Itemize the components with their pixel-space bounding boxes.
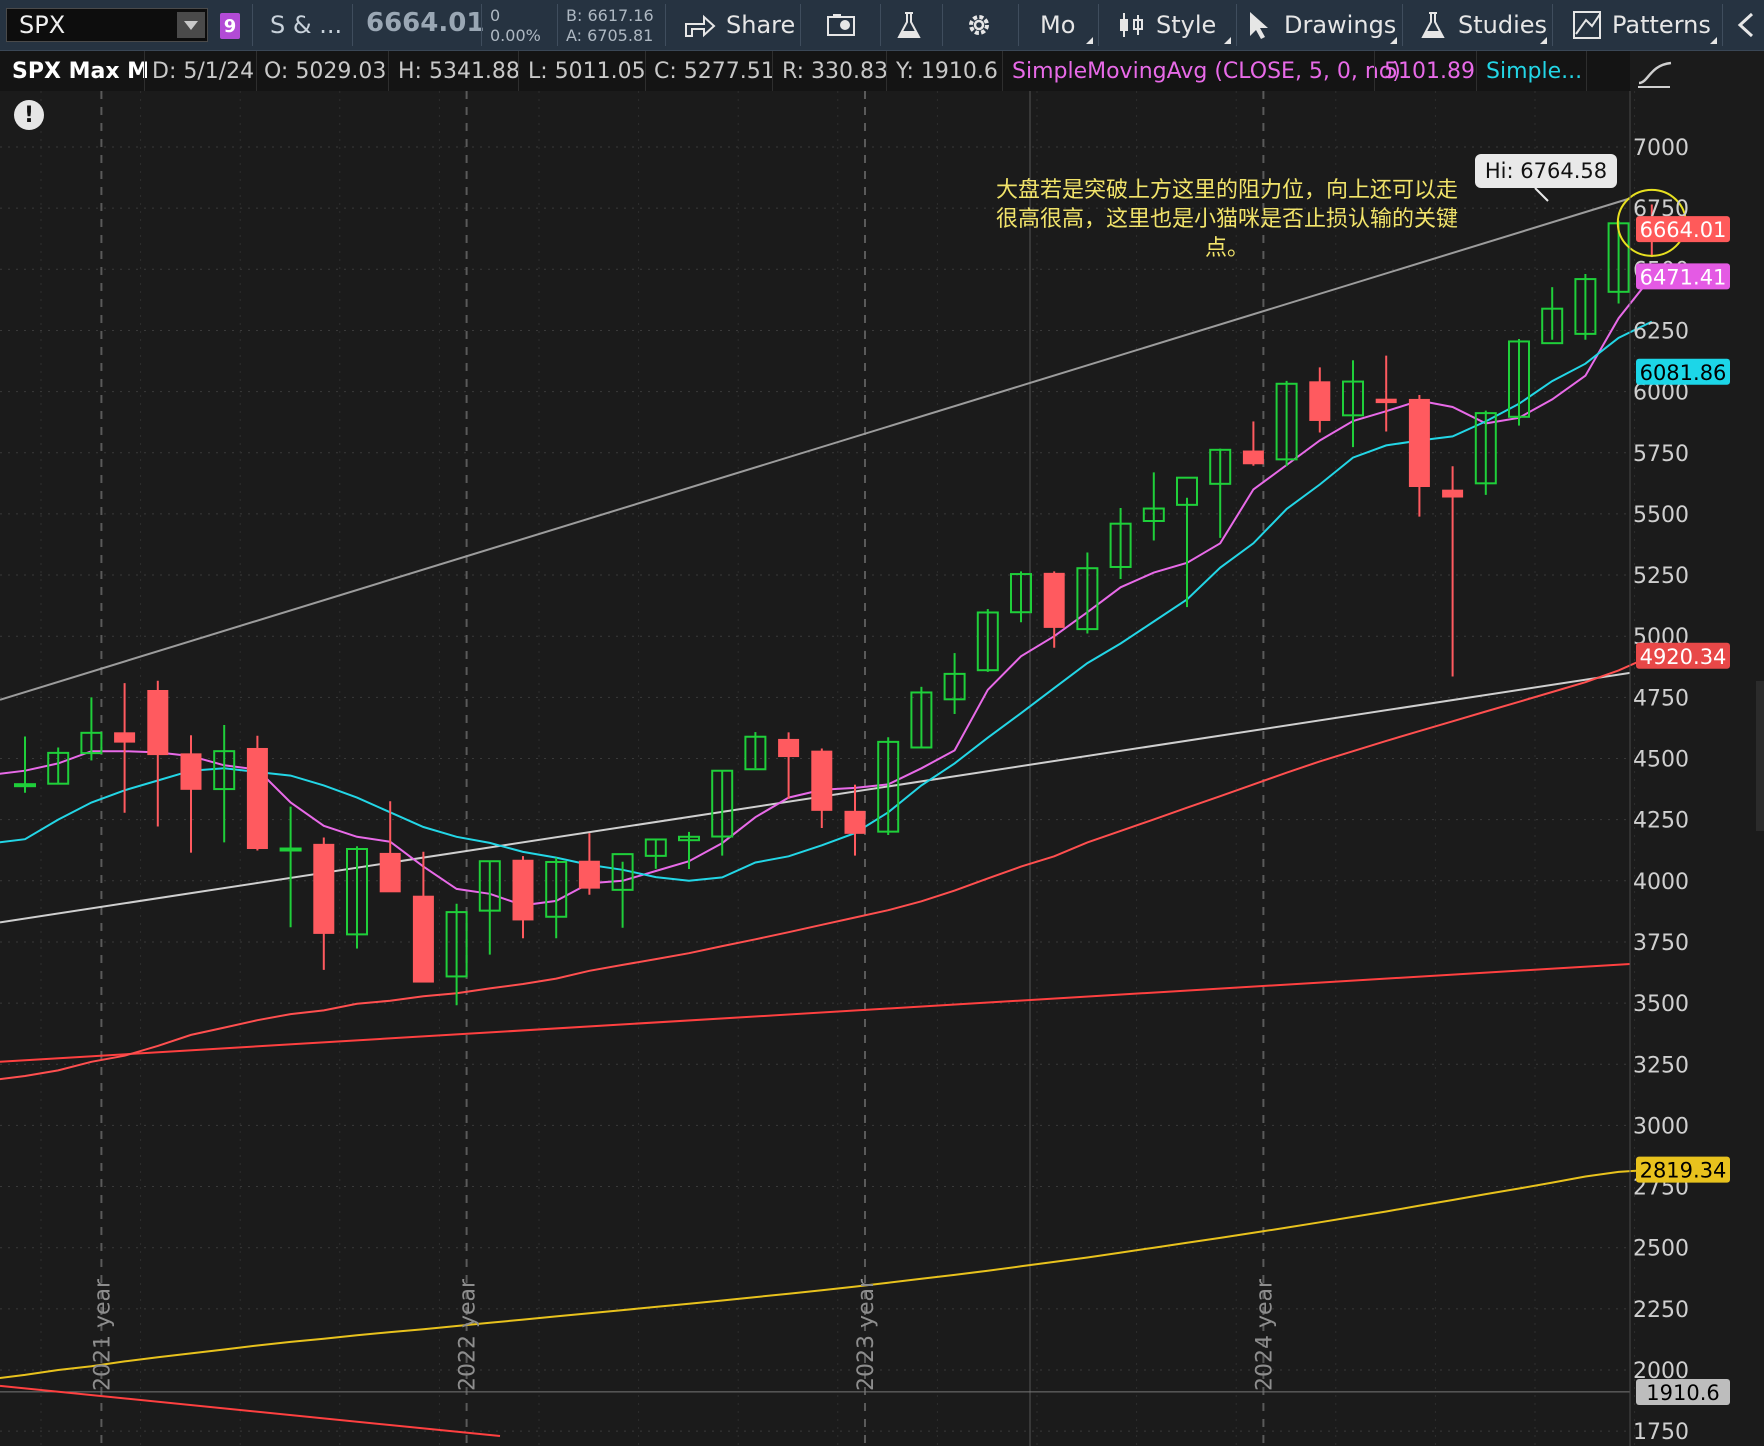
collapse-panel-button[interactable] bbox=[1734, 0, 1758, 50]
share-label: Share bbox=[726, 11, 796, 39]
annotation-line: 很高很高，这里也是小猫咪是否止损认输的关键 bbox=[995, 207, 1458, 232]
patterns-label: Patterns bbox=[1612, 11, 1711, 39]
bar-close: C: 5277.51 bbox=[654, 58, 775, 84]
price-axis-tick: 5500 bbox=[1633, 503, 1689, 528]
chart-annotation: 大盘若是突破上方这里的阻力位，向上还可以走 很高很高，这里也是小猫咪是否止损认输… bbox=[962, 176, 1492, 263]
last-price: 6664.01 bbox=[366, 8, 485, 38]
price-axis-tick: 3750 bbox=[1633, 931, 1689, 956]
camera-icon bbox=[827, 14, 855, 36]
bar-high: H: 5341.88 bbox=[398, 58, 520, 84]
net-change: 0 bbox=[490, 6, 501, 25]
net-change-percent: 0.00% bbox=[490, 26, 541, 45]
price-axis-marker: 1910.6 bbox=[1636, 1379, 1730, 1406]
year-label: 2023 year bbox=[854, 1278, 879, 1391]
price-axis-tick: 5250 bbox=[1633, 564, 1689, 589]
ask-price: A: 6705.81 bbox=[566, 26, 654, 45]
price-axis-tick: 4750 bbox=[1633, 686, 1689, 711]
symbol-text: SPX bbox=[19, 11, 66, 39]
price-axis-tick: 6250 bbox=[1633, 319, 1689, 344]
price-axis-tick: 2250 bbox=[1633, 1298, 1689, 1323]
price-axis-tick: 4250 bbox=[1633, 809, 1689, 834]
candlestick-icon bbox=[1120, 13, 1143, 37]
price-axis-tick: 3250 bbox=[1633, 1053, 1689, 1078]
share-button[interactable]: Share bbox=[684, 0, 795, 50]
aggregation-button[interactable]: Mo bbox=[1040, 0, 1075, 50]
chart-style-icon[interactable] bbox=[1636, 57, 1674, 93]
bar-open: O: 5029.03 bbox=[264, 58, 387, 84]
drawings-label: Drawings bbox=[1284, 11, 1397, 39]
patterns-button[interactable]: Patterns bbox=[1572, 0, 1711, 50]
svg-text:6664.01: 6664.01 bbox=[1640, 218, 1727, 242]
cursor-y-value: Y: 1910.6 bbox=[896, 58, 998, 84]
svg-text:4920.34: 4920.34 bbox=[1640, 645, 1727, 669]
price-axis-marker: 2819.34 bbox=[1636, 1156, 1730, 1183]
study-sma2-label[interactable]: Simple... bbox=[1486, 51, 1582, 91]
high-marker-bubble: Hi: 6764.58 bbox=[1475, 154, 1617, 188]
studies-label: Studies bbox=[1458, 11, 1548, 39]
study-sma-value: 5101.89 bbox=[1384, 58, 1475, 84]
year-label: 2021 year bbox=[90, 1278, 115, 1391]
cursor-arrow-icon bbox=[1250, 12, 1268, 39]
share-icon bbox=[685, 14, 716, 38]
symbol-selector[interactable]: SPX bbox=[6, 8, 208, 42]
flask-button[interactable] bbox=[894, 0, 924, 50]
candlestick[interactable] bbox=[246, 735, 268, 851]
bar-date: D: 5/1/24 bbox=[152, 58, 255, 84]
year-label: 2022 year bbox=[456, 1278, 481, 1391]
study-sma-label[interactable]: SimpleMovingAvg (CLOSE, 5, 0, no) bbox=[1012, 51, 1401, 91]
price-axis-tick: 1750 bbox=[1633, 1420, 1689, 1445]
price-axis-marker: 6471.41 bbox=[1636, 263, 1730, 290]
svg-text:6081.86: 6081.86 bbox=[1640, 361, 1727, 385]
price-axis-tick: 2500 bbox=[1633, 1237, 1689, 1262]
svg-text:2819.34: 2819.34 bbox=[1640, 1159, 1727, 1183]
symbol-description: S & ... bbox=[270, 11, 343, 39]
price-axis-tick: 7000 bbox=[1633, 136, 1689, 161]
price-axis-marker: 6664.01 bbox=[1636, 216, 1730, 243]
annotation-line: 点。 bbox=[1204, 236, 1249, 261]
price-axis-tick: 5750 bbox=[1633, 442, 1689, 467]
bar-range: R: 330.83 bbox=[782, 58, 888, 84]
top-toolbar: SPX 9 S & ... 6664.01 0 0.00% B: 6617.16… bbox=[0, 0, 1764, 51]
chevron-left-icon bbox=[1737, 12, 1754, 38]
price-axis-tick: 3000 bbox=[1633, 1114, 1689, 1139]
year-label: 2024 year bbox=[1252, 1278, 1277, 1391]
annotation-line: 大盘若是突破上方这里的阻力位，向上还可以走 bbox=[995, 178, 1458, 203]
bid-price: B: 6617.16 bbox=[566, 6, 654, 25]
style-button[interactable]: Style bbox=[1118, 0, 1216, 50]
high-marker-label: Hi: 6764.58 bbox=[1484, 159, 1608, 183]
price-axis-tick: 3500 bbox=[1633, 992, 1689, 1017]
settings-button[interactable] bbox=[964, 0, 994, 50]
chart-info-bar: SPX Max M D: 5/1/24 O: 5029.03 H: 5341.8… bbox=[0, 51, 1630, 91]
flask-icon bbox=[1421, 12, 1445, 38]
price-axis-tick: 4500 bbox=[1633, 748, 1689, 773]
alert-icon[interactable]: ! bbox=[14, 100, 44, 130]
svg-text:1910.6: 1910.6 bbox=[1646, 1381, 1719, 1405]
drawings-button[interactable]: Drawings bbox=[1246, 0, 1396, 50]
svg-text:6471.41: 6471.41 bbox=[1640, 265, 1727, 289]
price-axis-tick: 4000 bbox=[1633, 870, 1689, 895]
aggregation-label: Mo bbox=[1040, 11, 1076, 39]
chevron-down-icon[interactable] bbox=[177, 12, 205, 38]
price-axis-marker: 6081.86 bbox=[1636, 358, 1730, 385]
studies-button[interactable]: Studies bbox=[1418, 0, 1547, 50]
link-group-badge[interactable]: 9 bbox=[220, 13, 240, 39]
snapshot-button[interactable] bbox=[826, 0, 858, 50]
pattern-chart-icon bbox=[1573, 11, 1601, 39]
flask-icon bbox=[897, 12, 921, 38]
price-chart[interactable]: 1750200022502500275030003250350037504000… bbox=[0, 91, 1764, 1446]
chart-title: SPX Max M bbox=[12, 58, 150, 84]
style-label: Style bbox=[1156, 11, 1217, 39]
gear-icon bbox=[969, 15, 989, 35]
price-axis-marker: 4920.34 bbox=[1636, 642, 1730, 669]
bar-low: L: 5011.05 bbox=[528, 58, 646, 84]
